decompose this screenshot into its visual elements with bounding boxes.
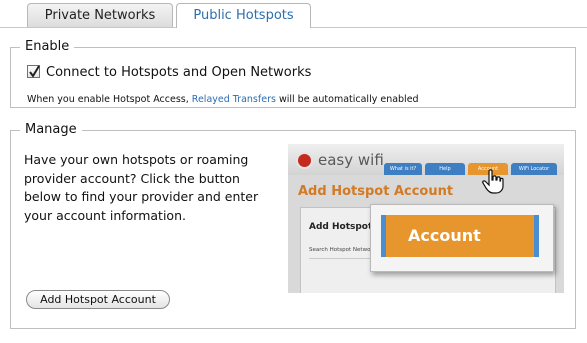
preview-zoom-account: Account: [381, 215, 539, 257]
hotspot-checkbox[interactable]: [27, 65, 40, 78]
preview-page-title: Add Hotspot Account: [298, 184, 454, 199]
easywifi-logo-icon: [296, 152, 313, 169]
preview-nav-what: What is it?: [384, 163, 422, 175]
relayed-transfers-note: When you enable Hotspot Access, Relayed …: [27, 94, 419, 105]
manage-description: Have your own hotspots or roaming provid…: [24, 152, 259, 223]
relayed-transfers-link[interactable]: Relayed Transfers: [192, 94, 276, 105]
checkmark-icon: [29, 65, 40, 78]
preview-nav-help: Help: [425, 163, 465, 175]
enable-group: Enable Connect to Hotspots and Open Netw…: [10, 39, 576, 108]
hand-cursor-icon: [482, 169, 504, 194]
preview-zoom-callout: Account: [370, 204, 554, 272]
preview-header: easy wifi What is it? Help Account WiFi …: [288, 144, 564, 175]
tab-private-networks[interactable]: Private Networks: [27, 3, 173, 27]
hotspot-checkbox-label[interactable]: Connect to Hotspots and Open Networks: [46, 65, 311, 80]
tab-bar: Private Networks Public Hotspots: [0, 0, 587, 28]
manage-legend: Manage: [20, 122, 82, 137]
preview-panel-subtitle: Search Hotspot Network: [309, 247, 376, 253]
note-text-start: When you enable Hotspot Access,: [27, 94, 192, 105]
easywifi-preview-image: easy wifi What is it? Help Account WiFi …: [288, 144, 564, 293]
preview-logo-text: easy wifi: [318, 151, 384, 169]
note-text-end: will be automatically enabled: [275, 94, 419, 105]
add-hotspot-account-button[interactable]: Add Hotspot Account: [26, 290, 170, 309]
tab-public-hotspots[interactable]: Public Hotspots: [176, 3, 311, 28]
preview-nav-locator: WiFi Locator: [511, 163, 557, 175]
enable-legend: Enable: [20, 39, 75, 54]
manage-group: Manage Have your own hotspots or roaming…: [10, 122, 576, 329]
